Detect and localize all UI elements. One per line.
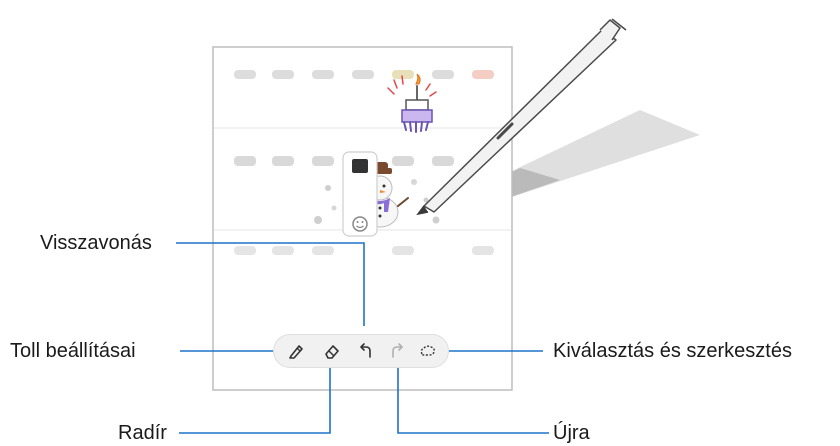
pen-settings-button[interactable] [282, 337, 310, 365]
redo-button[interactable] [383, 337, 411, 365]
eraser-icon [323, 342, 341, 360]
illustration: Visszavonás Toll beállításai Radír Újra … [0, 0, 840, 446]
undo-callout: Visszavonás [40, 232, 152, 254]
selection-edit-callout: Kiválasztás és szerkesztés [553, 340, 792, 362]
redo-icon [388, 342, 406, 360]
lasso-select-icon [418, 342, 438, 360]
undo-icon [357, 342, 375, 360]
pen-settings-callout: Toll beállításai [10, 340, 136, 362]
select-and-edit-button[interactable] [414, 337, 442, 365]
eraser-button[interactable] [318, 337, 346, 365]
undo-button[interactable] [352, 337, 380, 365]
illustration-graphics [176, 18, 700, 434]
redo-callout: Újra [553, 422, 590, 444]
eraser-callout: Radír [118, 422, 167, 444]
pen-icon [287, 342, 305, 360]
